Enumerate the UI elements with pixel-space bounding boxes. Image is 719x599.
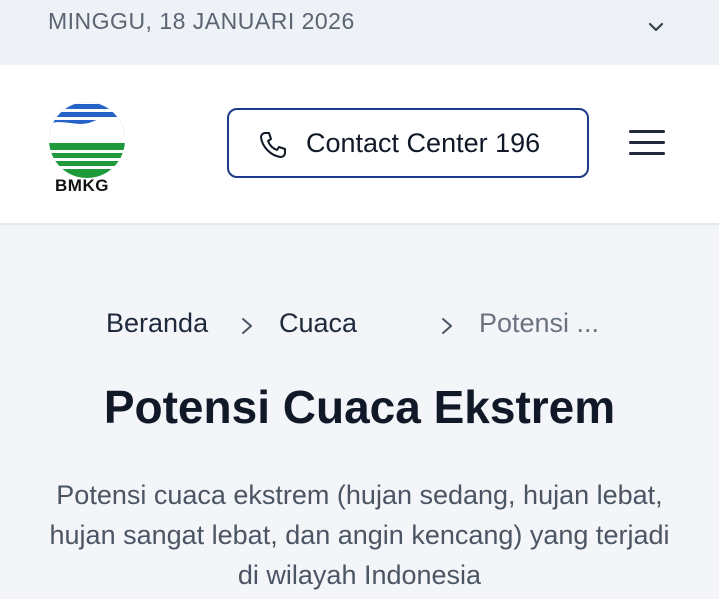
page-title: Potensi Cuaca Ekstrem (103, 381, 616, 433)
chevron-down-icon[interactable] (643, 14, 669, 40)
current-date: MINGGU, 18 JANUARI 2026 (48, 8, 355, 34)
contact-center-button[interactable]: Contact Center 196 (227, 108, 589, 178)
chevron-right-icon (242, 318, 252, 334)
breadcrumb-current: Potensi ... (479, 308, 600, 338)
breadcrumb-cuaca[interactable]: Cuaca (279, 308, 357, 339)
phone-icon (260, 132, 286, 158)
breadcrumb-home[interactable]: Beranda (106, 308, 208, 339)
hamburger-menu-icon[interactable] (627, 126, 667, 160)
chevron-right-icon (442, 318, 452, 334)
logo-text: BMKG (55, 176, 109, 195)
page-description: Potensi cuaca ekstrem (hujan sedang, huj… (49, 480, 670, 590)
date-bar: MINGGU, 18 JANUARI 2026 (0, 0, 719, 65)
contact-center-label: Contact Center 196 (306, 128, 541, 158)
site-header: BMKG Contact Center 196 (0, 65, 719, 225)
